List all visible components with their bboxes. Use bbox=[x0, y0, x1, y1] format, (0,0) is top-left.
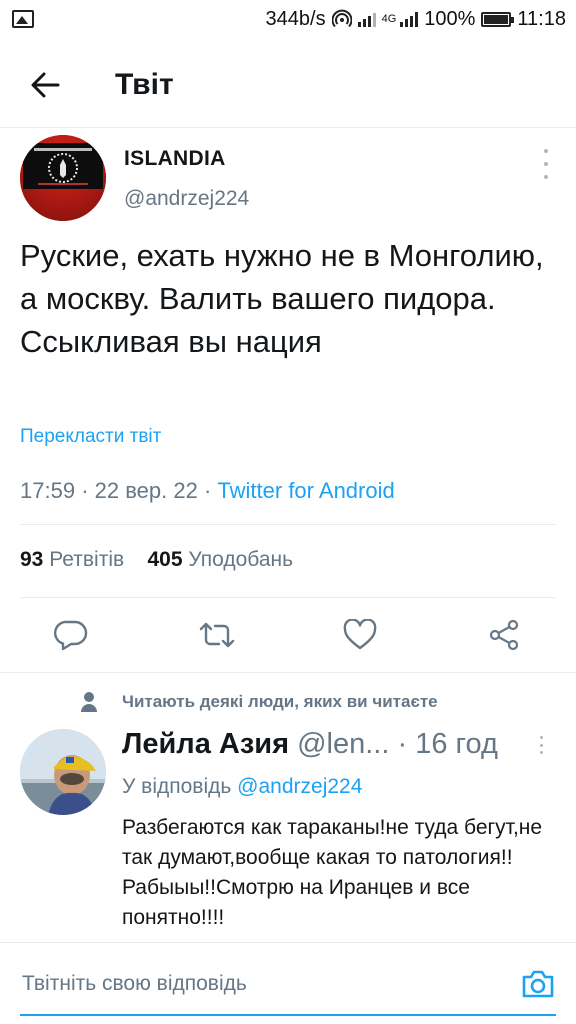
retweet-icon bbox=[199, 622, 235, 648]
battery-icon bbox=[481, 11, 515, 27]
social-context-text: Читають деякі люди, яких ви читаєте bbox=[122, 692, 438, 711]
network-speed: 344b/s bbox=[265, 7, 326, 30]
reply-button[interactable] bbox=[48, 612, 94, 658]
author-handle[interactable]: @andrzej224 bbox=[124, 187, 249, 211]
reply-text: Разбегаются как тараканы!не туда бегут,н… bbox=[122, 816, 543, 929]
divider bbox=[0, 672, 576, 673]
clock: 11:18 bbox=[517, 7, 566, 30]
tweet-source-link[interactable]: Twitter for Android bbox=[217, 478, 394, 503]
tweet-stats: 93 Ретвітів 405 Уподобань bbox=[20, 548, 293, 572]
retweets-stat[interactable]: 93 Ретвітів bbox=[20, 548, 124, 571]
divider bbox=[20, 597, 556, 598]
signal-4g-icon bbox=[400, 11, 419, 27]
reply-avatar[interactable] bbox=[20, 729, 106, 815]
tweet-time: 17:59 bbox=[20, 478, 76, 503]
retweet-button[interactable] bbox=[194, 612, 240, 658]
retweets-label: Ретвітів bbox=[49, 548, 125, 571]
like-icon bbox=[343, 619, 377, 650]
battery-percent: 100% bbox=[424, 7, 476, 30]
back-button[interactable] bbox=[15, 55, 75, 115]
reply-to-label: У відповідь bbox=[122, 775, 232, 798]
signal-icon bbox=[357, 11, 376, 27]
likes-count: 405 bbox=[147, 548, 183, 571]
meta-separator: · bbox=[81, 478, 89, 503]
translate-tweet-link[interactable]: Перекласти твіт bbox=[20, 426, 161, 448]
page-title: Твіт bbox=[115, 68, 174, 101]
image-icon bbox=[12, 10, 34, 28]
network-type: 4G bbox=[381, 13, 397, 25]
reply-author-handle[interactable]: @len... bbox=[297, 728, 389, 760]
divider bbox=[0, 942, 576, 943]
reply-separator: · bbox=[397, 728, 408, 760]
divider bbox=[20, 524, 556, 525]
reply-header: Лейла Азия @len... · 16 год bbox=[122, 728, 562, 762]
reply-icon bbox=[54, 620, 88, 651]
reply-avatar-image bbox=[20, 729, 106, 815]
reply-author-name[interactable]: Лейла Азия bbox=[122, 728, 289, 760]
reply-composer: Твітніть свою відповідь bbox=[0, 948, 576, 1024]
status-bar: 344b/s 4G 100% 11:18 bbox=[0, 0, 576, 38]
header: Твіт bbox=[0, 48, 576, 122]
reply-time: 16 год bbox=[415, 728, 498, 760]
avatar[interactable] bbox=[20, 135, 106, 221]
camera-icon bbox=[522, 970, 554, 998]
reply-to-line: У відповідь @andrzej224 bbox=[122, 775, 362, 799]
author-name[interactable]: ISLANDIA bbox=[124, 147, 226, 171]
meta-separator: · bbox=[203, 478, 212, 503]
likes-stat[interactable]: 405 Уподобань bbox=[148, 548, 294, 571]
share-icon bbox=[489, 619, 519, 651]
like-button[interactable] bbox=[337, 612, 383, 658]
likes-label: Уподобань bbox=[188, 548, 294, 571]
camera-button[interactable] bbox=[518, 964, 558, 1004]
input-underline bbox=[20, 1014, 556, 1016]
reply-to-mention[interactable]: @andrzej224 bbox=[237, 775, 362, 798]
more-options-button[interactable] bbox=[538, 149, 554, 179]
divider bbox=[0, 127, 576, 128]
person-icon bbox=[81, 692, 97, 712]
tweet-meta: 17:59 · 22 вер. 22 · Twitter for Android bbox=[20, 478, 395, 504]
arrow-left-icon bbox=[31, 72, 60, 98]
tweet-text: Руские, ехать нужно не в Монголию, а мос… bbox=[20, 238, 544, 359]
tweet-header: ISLANDIA @andrzej224 bbox=[20, 135, 560, 225]
social-context: Читають деякі люди, яких ви читаєте bbox=[80, 690, 438, 714]
retweets-count: 93 bbox=[20, 548, 44, 571]
tweet-date: 22 вер. 22 bbox=[94, 478, 198, 503]
share-button[interactable] bbox=[481, 612, 527, 658]
avatar-image bbox=[20, 135, 106, 221]
reply-input[interactable]: Твітніть свою відповідь bbox=[22, 972, 247, 996]
reply-more-options-button[interactable] bbox=[536, 736, 546, 754]
hotspot-icon bbox=[331, 9, 352, 28]
tweet-actions bbox=[0, 612, 576, 658]
